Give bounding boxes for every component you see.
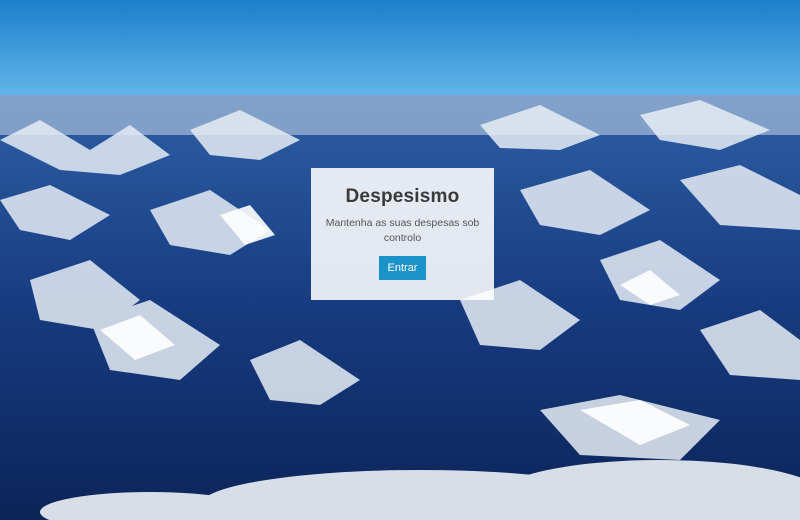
enter-button[interactable]: Entrar	[378, 256, 427, 280]
app-title: Despesismo	[345, 186, 460, 207]
landing-page: Despesismo Mantenha as suas despesas sob…	[0, 0, 800, 520]
app-tagline: Mantenha as suas despesas sob controlo	[325, 217, 480, 244]
welcome-card: Despesismo Mantenha as suas despesas sob…	[311, 168, 494, 300]
